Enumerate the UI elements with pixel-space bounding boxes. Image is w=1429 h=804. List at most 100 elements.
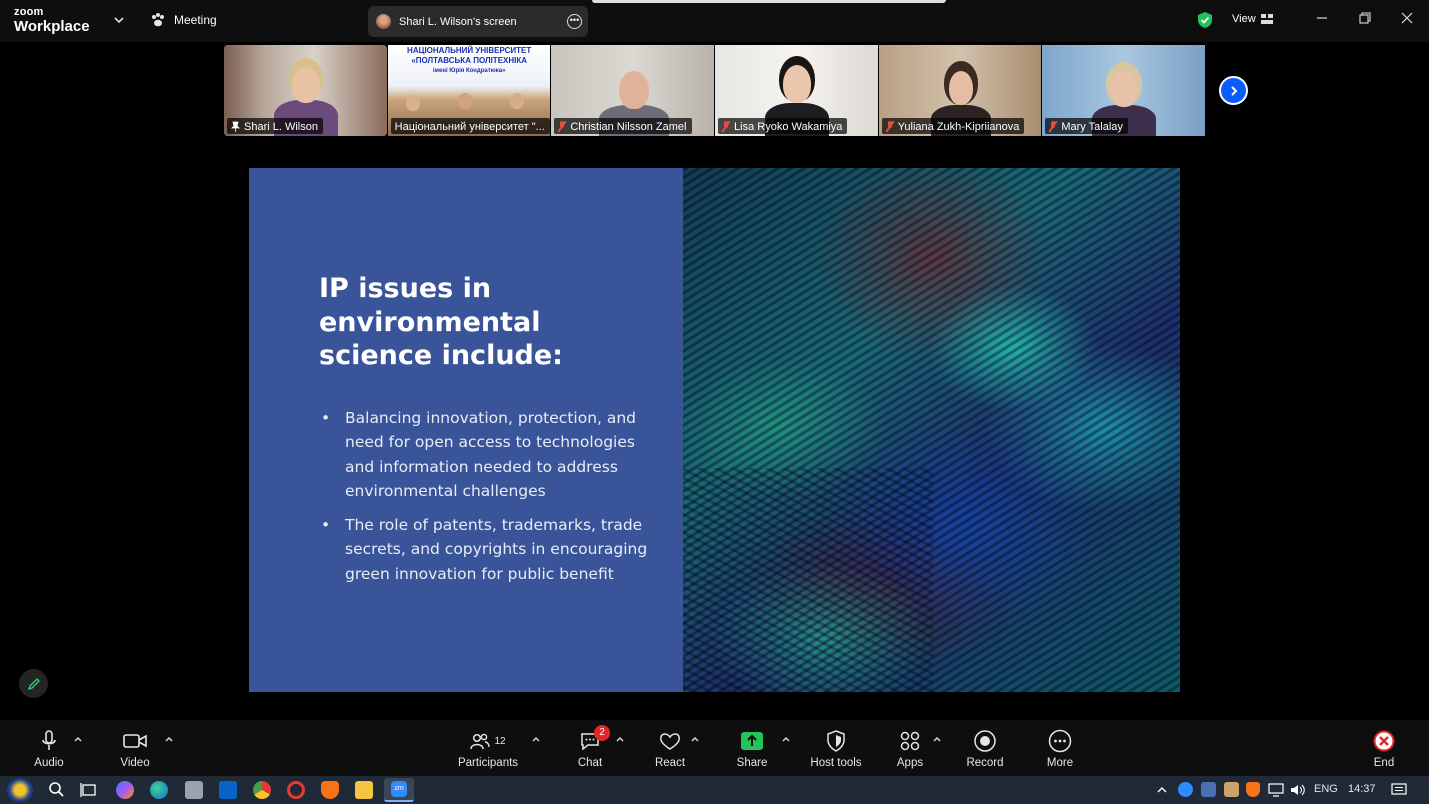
chat-button[interactable]: 2 Chat bbox=[574, 725, 610, 769]
os-taskbar: zm ENG 14:37 bbox=[0, 776, 1429, 804]
participant-name: Lisa Ryoko Wakamiya bbox=[718, 118, 848, 134]
tray-app-icon[interactable] bbox=[1224, 782, 1239, 797]
feather-image bbox=[683, 168, 1180, 692]
audio-options-caret-icon[interactable] bbox=[73, 734, 83, 744]
react-button[interactable]: React bbox=[652, 728, 688, 769]
participant-name: Yuliana Zukh-Kipriianova bbox=[881, 118, 1025, 134]
volume-icon[interactable] bbox=[1290, 783, 1306, 797]
tray-chevron-up-icon[interactable] bbox=[1156, 784, 1168, 796]
close-button[interactable] bbox=[1398, 10, 1416, 28]
more-options-icon[interactable]: ••• bbox=[567, 14, 582, 29]
apps-button[interactable]: Apps bbox=[893, 728, 927, 769]
participant-name: Національний університет "... bbox=[390, 118, 550, 134]
meeting-toolbar: Audio Video 12 Participants 2 Chat React… bbox=[0, 720, 1429, 776]
mic-muted-icon bbox=[722, 121, 730, 132]
participants-options-caret-icon[interactable] bbox=[531, 734, 541, 744]
microphone-icon bbox=[42, 730, 56, 750]
participant-tile[interactable]: Mary Talalay bbox=[1042, 45, 1206, 136]
task-view-icon[interactable] bbox=[80, 781, 98, 799]
zoom-logo: zoom Workplace bbox=[14, 6, 90, 35]
clock[interactable]: 14:37 bbox=[1348, 783, 1376, 795]
participant-tile[interactable]: Christian Nilsson Zamel bbox=[551, 45, 715, 136]
bullet-item: Balancing innovation, protection, and ne… bbox=[319, 406, 649, 503]
end-button[interactable]: End bbox=[1368, 728, 1400, 769]
brave-tray-icon[interactable] bbox=[1246, 782, 1260, 797]
security-shield-icon[interactable] bbox=[1197, 11, 1213, 29]
network-icon[interactable] bbox=[1268, 783, 1284, 797]
paw-icon bbox=[152, 13, 164, 27]
participant-tile[interactable]: Lisa Ryoko Wakamiya bbox=[715, 45, 878, 136]
meeting-label: Meeting bbox=[174, 13, 217, 27]
language-indicator[interactable]: ENG bbox=[1314, 783, 1338, 795]
opera-icon[interactable] bbox=[287, 781, 305, 799]
video-camera-icon bbox=[123, 734, 147, 748]
edge-browser-icon[interactable] bbox=[150, 781, 168, 799]
audio-button[interactable]: Audio bbox=[28, 728, 70, 769]
slide-title: IP issues in environmental science inclu… bbox=[319, 273, 563, 371]
minimize-button[interactable] bbox=[1313, 10, 1331, 28]
record-icon bbox=[974, 730, 996, 752]
brave-icon[interactable] bbox=[321, 781, 339, 799]
start-logo-icon[interactable] bbox=[7, 778, 33, 802]
apps-icon bbox=[900, 731, 920, 751]
participant-name: Mary Talalay bbox=[1045, 118, 1128, 134]
tray-app-icon[interactable] bbox=[1201, 782, 1216, 797]
copilot-icon[interactable] bbox=[116, 781, 134, 799]
logo-line2: Workplace bbox=[14, 18, 90, 35]
share-options-caret-icon[interactable] bbox=[781, 734, 791, 744]
react-options-caret-icon[interactable] bbox=[690, 734, 700, 744]
search-icon[interactable] bbox=[47, 781, 65, 799]
more-icon bbox=[1048, 729, 1072, 753]
notifications-icon[interactable] bbox=[1391, 783, 1407, 797]
shared-screen-label: Shari L. Wilson's screen bbox=[399, 15, 517, 28]
restore-icon bbox=[1359, 12, 1371, 24]
participant-tile[interactable]: НАЦІОНАЛЬНИЙ УНІВЕРСИТЕТ «ПОЛТАВСЬКА ПОЛ… bbox=[387, 45, 551, 136]
chat-options-caret-icon[interactable] bbox=[615, 734, 625, 744]
title-bar: zoom Workplace Meeting Shari L. Wilson's… bbox=[0, 0, 1429, 42]
participant-strip: Shari L. Wilson НАЦІОНАЛЬНИЙ УНІВЕРСИТЕТ… bbox=[224, 45, 1206, 136]
shield-icon bbox=[827, 730, 845, 752]
zoom-tray-icon[interactable] bbox=[1178, 782, 1193, 797]
close-icon bbox=[1401, 12, 1413, 24]
file-explorer-icon[interactable] bbox=[355, 781, 373, 799]
app-icon[interactable] bbox=[185, 781, 203, 799]
zoom-taskbar-button[interactable]: zm bbox=[384, 778, 414, 802]
logo-line1: zoom bbox=[14, 6, 44, 18]
zoom-app-icon: zm bbox=[391, 781, 407, 797]
participants-icon bbox=[470, 733, 491, 750]
participant-name: Shari L. Wilson bbox=[227, 118, 323, 134]
grid-view-icon bbox=[1260, 14, 1273, 24]
annotate-button[interactable] bbox=[19, 669, 48, 698]
feather-texture bbox=[683, 168, 1180, 692]
avatar bbox=[376, 14, 391, 29]
restore-button[interactable] bbox=[1356, 10, 1374, 28]
video-options-caret-icon[interactable] bbox=[164, 734, 174, 744]
participant-tile[interactable]: Shari L. Wilson bbox=[224, 45, 387, 136]
end-call-icon bbox=[1373, 730, 1395, 752]
share-button[interactable]: Share bbox=[734, 728, 770, 769]
chrome-icon[interactable] bbox=[253, 781, 271, 799]
mic-muted-icon bbox=[886, 121, 894, 132]
participant-tile[interactable]: Yuliana Zukh-Kipriianova bbox=[878, 45, 1042, 136]
next-page-button[interactable] bbox=[1219, 76, 1248, 105]
outlook-icon[interactable] bbox=[219, 781, 237, 799]
slide-text-panel: IP issues in environmental science inclu… bbox=[249, 168, 683, 692]
more-button[interactable]: More bbox=[1042, 728, 1078, 769]
share-screen-icon bbox=[741, 732, 763, 750]
record-button[interactable]: Record bbox=[964, 728, 1006, 769]
view-button[interactable]: View bbox=[1232, 13, 1273, 25]
chat-badge: 2 bbox=[594, 725, 610, 741]
shared-screen-pill[interactable]: Shari L. Wilson's screen ••• bbox=[368, 6, 588, 37]
bullet-item: The role of patents, trademarks, trade s… bbox=[319, 513, 649, 586]
host-tools-button[interactable]: Host tools bbox=[806, 728, 866, 769]
chevron-right-icon bbox=[1230, 85, 1237, 96]
university-banner: НАЦІОНАЛЬНИЙ УНІВЕРСИТЕТ «ПОЛТАВСЬКА ПОЛ… bbox=[407, 46, 532, 74]
minimize-icon bbox=[1317, 17, 1327, 19]
meeting-menu[interactable]: Meeting bbox=[150, 12, 217, 28]
chevron-down-icon[interactable] bbox=[112, 13, 126, 27]
mic-muted-icon bbox=[558, 121, 566, 132]
apps-options-caret-icon[interactable] bbox=[932, 734, 942, 744]
participants-button[interactable]: 12 Participants bbox=[455, 728, 521, 769]
view-label: View bbox=[1232, 13, 1256, 25]
video-button[interactable]: Video bbox=[112, 728, 158, 769]
